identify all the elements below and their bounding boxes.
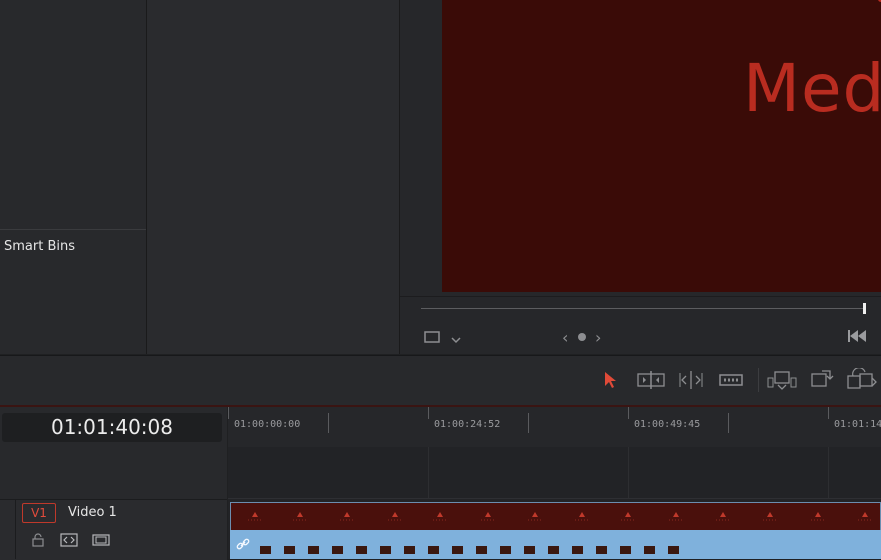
go-to-start-icon[interactable] xyxy=(846,328,868,348)
ruler-tick xyxy=(728,413,729,433)
ruler-label: 01:00:00:00 xyxy=(234,419,301,430)
ruler-tick xyxy=(428,407,429,419)
smart-bins-label[interactable]: Smart Bins xyxy=(4,239,75,254)
scrubber-playhead[interactable] xyxy=(863,303,866,314)
smart-bins-divider xyxy=(0,229,146,230)
auto-select-icon[interactable] xyxy=(60,532,78,551)
ruler-label: 01:00:49:45 xyxy=(634,419,701,430)
ruler-label: 01:00:24:52 xyxy=(434,419,501,430)
track-name[interactable]: Video 1 xyxy=(68,505,117,520)
media-pool-panel xyxy=(0,0,147,354)
selection-mode-icon[interactable] xyxy=(602,370,618,394)
ruler-tick xyxy=(328,413,329,433)
link-icon[interactable] xyxy=(236,536,250,555)
chevron-down-icon[interactable] xyxy=(450,331,462,350)
ruler-label: 01:01:14:3 xyxy=(834,419,881,430)
viewer-frame: Med xyxy=(442,0,881,292)
grid-line xyxy=(428,447,429,499)
next-clip-icon[interactable]: › xyxy=(595,328,601,347)
timeline-ruler[interactable] xyxy=(228,407,881,447)
edit-toolbar xyxy=(0,355,881,406)
prev-clip-icon[interactable]: ‹ xyxy=(562,328,568,347)
clip-thumbnail-strip xyxy=(254,540,694,554)
grid-line xyxy=(628,447,629,499)
nav-dot-icon[interactable] xyxy=(578,333,586,341)
lock-icon[interactable] xyxy=(31,532,45,551)
toolbar-separator xyxy=(758,368,759,392)
replace-clip-icon[interactable] xyxy=(845,367,881,396)
crop-frame-icon[interactable] xyxy=(423,329,443,349)
grid-line xyxy=(828,447,829,499)
track-separator xyxy=(228,498,881,499)
track-visibility-icon[interactable] xyxy=(92,532,110,551)
ruler-tick xyxy=(828,407,829,419)
timeline-timecode[interactable]: 01:01:40:08 xyxy=(2,413,222,442)
viewer-divider xyxy=(400,296,881,297)
ruler-tick xyxy=(228,407,229,419)
clips-panel xyxy=(147,0,400,354)
track-header-separator xyxy=(15,499,16,559)
clip-markers xyxy=(230,502,881,530)
blade-edit-icon[interactable] xyxy=(718,371,744,393)
ruler-tick xyxy=(528,413,529,433)
scrubber-track[interactable] xyxy=(421,308,866,309)
trim-edit-icon[interactable] xyxy=(636,370,666,394)
track-destination-badge[interactable]: V1 xyxy=(22,503,56,523)
ruler-tick xyxy=(628,407,629,419)
overwrite-clip-icon[interactable] xyxy=(808,368,836,396)
viewer-title-text: Med xyxy=(743,50,881,127)
insert-clip-icon[interactable] xyxy=(766,369,798,395)
dynamic-trim-icon[interactable] xyxy=(677,370,705,394)
